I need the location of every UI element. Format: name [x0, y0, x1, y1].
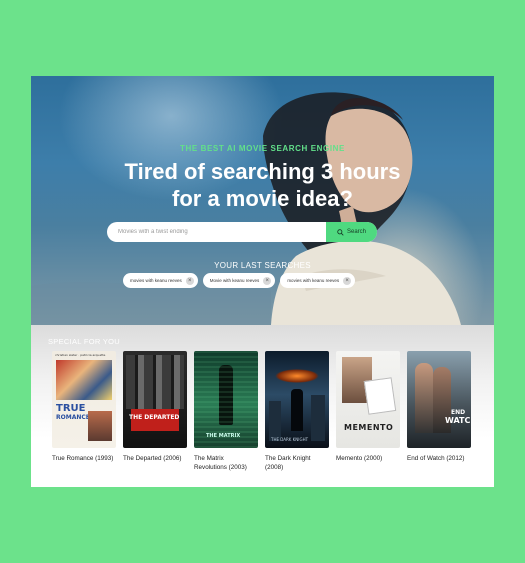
hero-headline: Tired of searching 3 hours for a movie i… [31, 158, 494, 212]
movie-card[interactable]: THE MATRIX The Matrix Revolutions (2003) [194, 351, 258, 472]
last-search-chip[interactable]: movies with keanu reeves × [123, 273, 198, 288]
movie-title: True Romance (1993) [52, 455, 114, 462]
page-card: THE BEST AI MOVIE SEARCH ENGINE Tired of… [31, 76, 494, 487]
poster-title-line-1: TRUE [56, 403, 86, 414]
hero-banner: THE BEST AI MOVIE SEARCH ENGINE Tired of… [31, 76, 494, 325]
movie-poster: THE MATRIX [194, 351, 258, 448]
chip-label: movies with keanu reeves [287, 278, 340, 283]
last-searches-title: YOUR LAST SEARCHES [214, 261, 311, 270]
last-searches-list: movies with keanu reeves × Movie with ke… [123, 273, 356, 288]
movie-poster: END WATCH [407, 351, 471, 448]
close-icon[interactable]: × [185, 276, 194, 285]
hero-eyebrow: THE BEST AI MOVIE SEARCH ENGINE [180, 144, 345, 153]
movie-title: Memento (2000) [336, 455, 383, 462]
movie-poster: THE DEPARTED [123, 351, 187, 448]
search-button-label: Search [346, 229, 366, 235]
special-for-you-section: SPECIAL FOR YOU christian slater · patri… [31, 325, 494, 487]
movie-title: The Dark Knight (2008) [265, 455, 311, 471]
poster-title: THE DEPARTED [129, 414, 180, 421]
movie-card[interactable]: MEMENTO Memento (2000) [336, 351, 400, 472]
movie-list: christian slater · patricia arquette TRU… [52, 351, 471, 472]
search-bar: Search [107, 222, 377, 242]
close-icon[interactable]: × [263, 276, 272, 285]
last-search-chip[interactable]: movies with keanu reeves × [280, 273, 356, 288]
poster-title-line-1: END [451, 409, 466, 416]
movie-title: End of Watch (2012) [407, 455, 465, 462]
special-section-title: SPECIAL FOR YOU [48, 337, 121, 346]
headline-line-1: Tired of searching 3 hours [124, 159, 401, 184]
movie-poster: THE DARK KNIGHT [265, 351, 329, 448]
movie-poster: MEMENTO [336, 351, 400, 448]
movie-title: The Matrix Revolutions (2003) [194, 455, 247, 471]
poster-names: christian slater · patricia arquette [55, 353, 106, 357]
search-button[interactable]: Search [326, 222, 377, 242]
movie-poster: christian slater · patricia arquette TRU… [52, 351, 116, 448]
movie-title: The Departed (2006) [123, 455, 182, 462]
chip-label: Movie with keanu reeves [209, 278, 260, 283]
poster-title-line-2: WATCH [445, 416, 471, 425]
poster-title: MEMENTO [344, 423, 394, 432]
movie-card[interactable]: christian slater · patricia arquette TRU… [52, 351, 116, 472]
search-icon [337, 228, 344, 236]
poster-title: THE MATRIX [206, 433, 241, 439]
close-icon[interactable]: × [343, 276, 352, 285]
movie-card[interactable]: THE DARK KNIGHT The Dark Knight (2008) [265, 351, 329, 472]
chip-label: movies with keanu reeves [130, 278, 182, 283]
movie-card[interactable]: THE DEPARTED The Departed (2006) [123, 351, 187, 472]
headline-line-2: for a movie idea? [172, 186, 353, 211]
last-search-chip[interactable]: Movie with keanu reeves × [202, 273, 276, 288]
poster-title-line-2: ROMANCE [56, 414, 90, 421]
search-input[interactable] [107, 222, 326, 242]
poster-title: THE DARK KNIGHT [271, 437, 309, 442]
movie-card[interactable]: END WATCH End of Watch (2012) [407, 351, 471, 472]
